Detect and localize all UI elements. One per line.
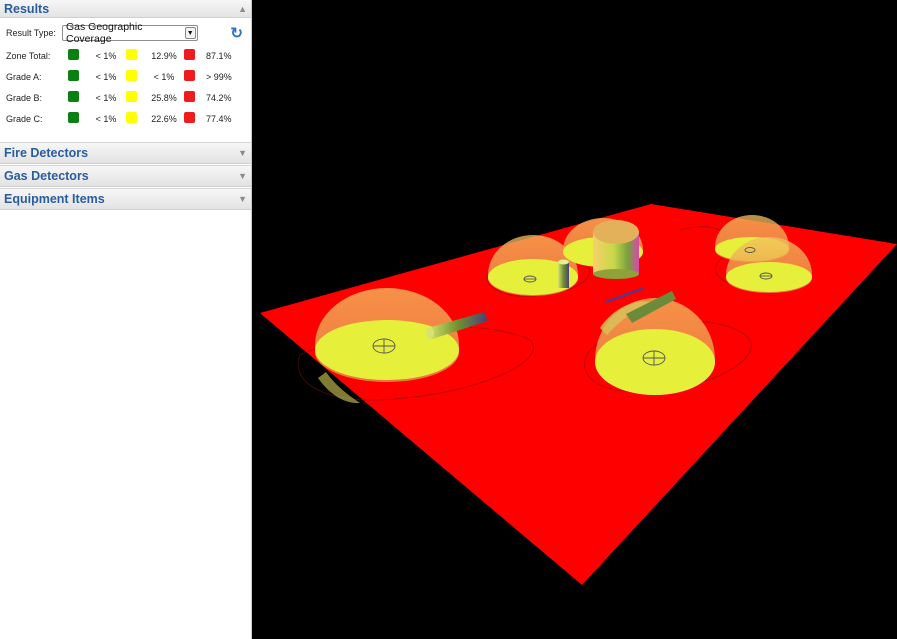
yellow-swatch	[126, 49, 137, 60]
green-swatch	[68, 112, 79, 123]
gas-detector-marker	[372, 338, 396, 354]
green-swatch	[68, 70, 79, 81]
green-value: < 1%	[95, 92, 117, 103]
results-body: Result Type: Gas Geographic Coverage ▼ ↻…	[0, 18, 251, 142]
gas-detector-marker	[642, 350, 666, 366]
green-swatch	[68, 49, 79, 60]
red-value: 74.2%	[206, 92, 232, 103]
yellow-value: 12.9%	[151, 50, 177, 61]
table-row-grade-b: Grade B: < 1% 25.8% 74.2%	[6, 87, 242, 108]
results-section-header[interactable]: Results ▲	[0, 0, 251, 18]
result-type-value: Gas Geographic Coverage	[66, 21, 143, 45]
row-label: Zone Total:	[6, 50, 51, 61]
red-value: > 99%	[206, 71, 232, 82]
expand-down-icon[interactable]: ▼	[238, 194, 247, 204]
table-row-grade-c: Grade C: < 1% 22.6% 77.4%	[6, 108, 242, 129]
3d-viewport[interactable]	[260, 0, 897, 639]
yellow-value: 22.6%	[151, 113, 177, 124]
yellow-swatch	[126, 70, 137, 81]
result-type-row: Result Type: Gas Geographic Coverage ▼ ↻	[6, 21, 245, 45]
yellow-swatch	[126, 91, 137, 102]
red-swatch	[184, 49, 195, 60]
chevron-down-icon[interactable]: ▼	[184, 27, 196, 39]
table-row-grade-a: Grade A: < 1% < 1% > 99%	[6, 66, 242, 87]
collapse-up-icon[interactable]: ▲	[238, 4, 247, 14]
green-value: < 1%	[95, 113, 117, 124]
red-value: 77.4%	[206, 113, 232, 124]
expand-down-icon[interactable]: ▼	[238, 171, 247, 181]
fire-detectors-header[interactable]: Fire Detectors ▼	[0, 142, 251, 164]
gas-detectors-header[interactable]: Gas Detectors ▼	[0, 165, 251, 187]
vertical-pipe[interactable]	[558, 259, 569, 289]
results-panel: Results ▲ Result Type: Gas Geographic Co…	[0, 0, 252, 639]
refresh-icon[interactable]: ↻	[230, 24, 243, 42]
yellow-value: 25.8%	[151, 92, 177, 103]
gas-detectors-title: Gas Detectors	[4, 169, 89, 183]
yellow-value: < 1%	[153, 71, 175, 82]
red-swatch	[184, 91, 195, 102]
result-type-select[interactable]: Gas Geographic Coverage ▼	[62, 21, 198, 45]
storage-tank[interactable]	[593, 220, 639, 279]
green-value: < 1%	[95, 50, 117, 61]
row-label: Grade C:	[6, 113, 43, 124]
results-title: Results	[4, 1, 50, 16]
red-value: 87.1%	[206, 50, 232, 61]
coverage-3d-scene[interactable]	[260, 0, 897, 639]
equipment-items-title: Equipment Items	[4, 192, 105, 206]
expand-down-icon[interactable]: ▼	[238, 148, 247, 158]
red-swatch	[184, 70, 195, 81]
green-value: < 1%	[95, 71, 117, 82]
equipment-items-header[interactable]: Equipment Items ▼	[0, 188, 251, 210]
yellow-swatch	[126, 112, 137, 123]
coverage-table: Zone Total: < 1% 12.9% 87.1% Grade A: < …	[6, 45, 242, 129]
result-type-label: Result Type:	[6, 28, 56, 38]
table-row-zone-total: Zone Total: < 1% 12.9% 87.1%	[6, 45, 242, 66]
fire-detectors-title: Fire Detectors	[4, 146, 89, 160]
row-label: Grade A:	[6, 71, 42, 82]
red-swatch	[184, 112, 195, 123]
green-swatch	[68, 91, 79, 102]
row-label: Grade B:	[6, 92, 43, 103]
